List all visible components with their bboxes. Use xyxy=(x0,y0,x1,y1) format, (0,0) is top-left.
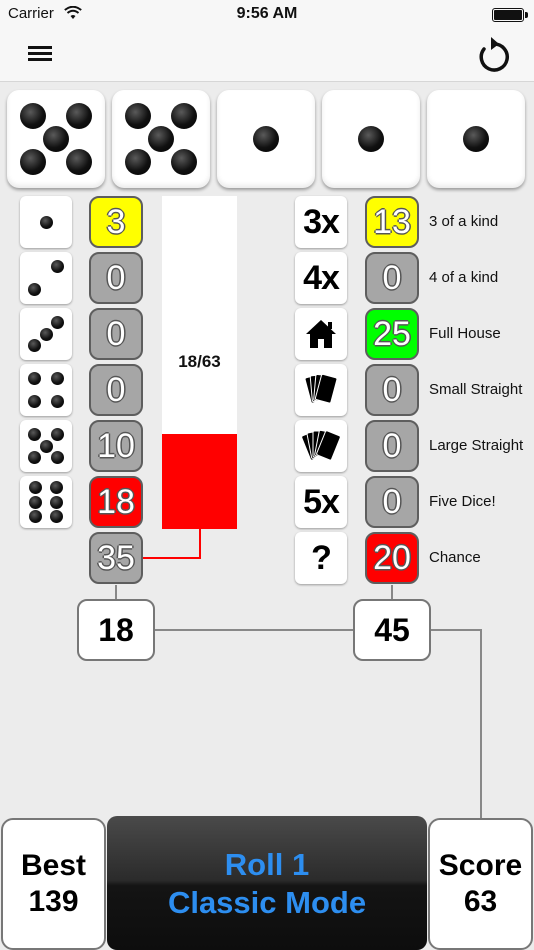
pip xyxy=(51,315,65,329)
pip xyxy=(50,495,64,509)
best-label: Best xyxy=(20,849,87,882)
category-label: 4 of a kind xyxy=(429,269,499,286)
category-label: Small Straight xyxy=(429,381,523,398)
pip xyxy=(50,480,64,494)
pip xyxy=(27,427,41,441)
pip xyxy=(51,451,65,465)
category-icon-6: ? xyxy=(295,532,347,584)
best-value: 139 xyxy=(28,885,79,918)
pip xyxy=(28,495,42,509)
upper-score-3[interactable]: 0 xyxy=(89,308,143,360)
lower-score-3[interactable]: 0 xyxy=(365,364,419,416)
upper-score-5[interactable]: 10 xyxy=(89,420,143,472)
four-cards-icon xyxy=(295,364,347,416)
pip xyxy=(39,215,53,229)
category-label: Full House xyxy=(429,325,501,342)
pip xyxy=(39,327,53,341)
category-label: Five Dice! xyxy=(429,493,496,510)
pip xyxy=(39,439,53,453)
face-6-die-icon xyxy=(20,476,72,528)
roll-button[interactable]: Roll 1 Classic Mode xyxy=(107,816,427,950)
category-label: Large Straight xyxy=(429,437,524,454)
pip xyxy=(51,371,65,385)
score-value: 63 xyxy=(463,885,498,918)
category-icon-0: 3x xyxy=(295,196,347,248)
face-4-die-icon xyxy=(20,364,72,416)
upper-bonus: 35 xyxy=(89,532,143,584)
category-label: 3 of a kind xyxy=(429,213,499,230)
mode-label: Classic Mode xyxy=(167,885,367,920)
upper-score-6[interactable]: 18 xyxy=(89,476,143,528)
upper-score-4[interactable]: 0 xyxy=(89,364,143,416)
face-3-die-icon xyxy=(20,308,72,360)
score-label: Score xyxy=(438,849,523,882)
lower-total: 45 xyxy=(353,599,431,661)
lower-score-1[interactable]: 0 xyxy=(365,252,419,304)
category-icon-text: ? xyxy=(311,539,332,577)
category-icon-text: 5x xyxy=(303,483,340,521)
pip xyxy=(51,259,65,273)
face-2-die-icon xyxy=(20,252,72,304)
lower-score-4[interactable]: 0 xyxy=(365,420,419,472)
pip xyxy=(28,480,42,494)
category-icon-5: 5x xyxy=(295,476,347,528)
upper-score-2[interactable]: 0 xyxy=(89,252,143,304)
pip xyxy=(51,427,65,441)
lower-score-6[interactable]: 20 xyxy=(365,532,419,584)
five-cards-icon xyxy=(295,420,347,472)
house-icon xyxy=(295,308,347,360)
upper-total: 18 xyxy=(77,599,155,661)
category-icon-text: 4x xyxy=(303,259,340,297)
upper-score-1[interactable]: 3 xyxy=(89,196,143,248)
pip xyxy=(28,510,42,524)
score-panel: Score 63 xyxy=(428,818,533,950)
lower-score-2[interactable]: 25 xyxy=(365,308,419,360)
lower-score-0[interactable]: 13 xyxy=(365,196,419,248)
category-label: Chance xyxy=(429,549,481,566)
connector-lines xyxy=(115,529,482,818)
face-1-die-icon xyxy=(20,196,72,248)
pip xyxy=(51,395,65,409)
roll-label: Roll 1 xyxy=(224,847,310,882)
lower-score-5[interactable]: 0 xyxy=(365,476,419,528)
category-icon-text: 3x xyxy=(303,203,340,241)
pip xyxy=(27,283,41,297)
pip xyxy=(27,451,41,465)
pip xyxy=(27,339,41,353)
pip xyxy=(50,510,64,524)
face-5-die-icon xyxy=(20,420,72,472)
pip xyxy=(27,395,41,409)
best-panel: Best 139 xyxy=(1,818,106,950)
pip xyxy=(27,371,41,385)
category-icon-1: 4x xyxy=(295,252,347,304)
